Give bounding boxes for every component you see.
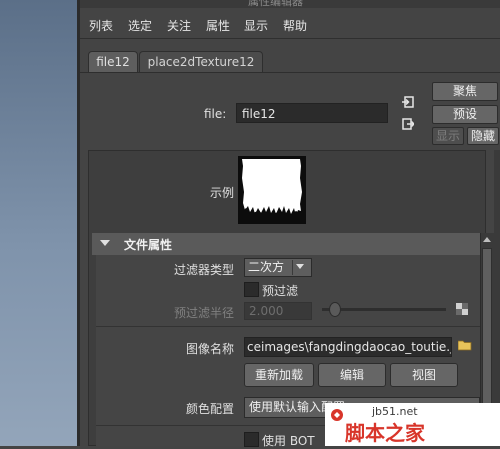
menu-item-list[interactable]: 列表 bbox=[89, 17, 113, 34]
show-button[interactable]: 显示 bbox=[432, 127, 464, 145]
file-node-name-input[interactable]: file12 bbox=[236, 103, 388, 123]
collapse-arrow-icon[interactable] bbox=[100, 240, 110, 246]
section-title: 文件属性 bbox=[124, 238, 173, 252]
row-divider bbox=[96, 326, 480, 327]
watermark-logo-icon bbox=[331, 409, 343, 421]
menu-item-attributes[interactable]: 属性 bbox=[206, 17, 230, 34]
input-connection-icon[interactable] bbox=[402, 96, 414, 108]
scroll-up-icon[interactable] bbox=[483, 237, 491, 242]
tab-file12[interactable]: file12 bbox=[88, 51, 138, 72]
prefilter-checkbox[interactable] bbox=[244, 282, 259, 297]
focus-button[interactable]: 聚焦 bbox=[432, 82, 498, 101]
tab-place2dtexture12[interactable]: place2dTexture12 bbox=[139, 51, 263, 72]
filter-type-label: 过滤器类型 bbox=[174, 263, 235, 277]
file-node-label: file: bbox=[204, 107, 227, 121]
edit-button[interactable]: 编辑 bbox=[318, 363, 386, 387]
menu-item-show[interactable]: 显示 bbox=[244, 17, 268, 34]
menu-item-help[interactable]: 帮助 bbox=[283, 17, 307, 34]
scrollbar-thumb[interactable] bbox=[482, 248, 492, 428]
title-bar: 属性编辑器 bbox=[80, 0, 500, 8]
hide-button[interactable]: 隐藏 bbox=[467, 127, 499, 145]
output-connection-icon[interactable] bbox=[402, 118, 414, 130]
prefilter-radius-label: 预过滤半径 bbox=[174, 306, 235, 320]
image-name-input[interactable]: ceimages\fangdingdaocao_toutie.jpg bbox=[244, 337, 452, 357]
menu-item-selected[interactable]: 选定 bbox=[128, 17, 152, 34]
dropdown-separator bbox=[292, 260, 293, 275]
chevron-down-icon[interactable] bbox=[296, 264, 304, 269]
folder-icon[interactable] bbox=[458, 339, 472, 351]
window-right-border bbox=[494, 150, 500, 446]
prefilter-radius-input[interactable]: 2.000 bbox=[244, 302, 312, 320]
viewport-panel bbox=[0, 0, 77, 446]
menu-item-focus[interactable]: 关注 bbox=[167, 17, 191, 34]
window-title: 属性编辑器 bbox=[248, 0, 303, 8]
use-bot-label: 使用 BOT bbox=[262, 434, 315, 448]
sample-label: 示例 bbox=[210, 186, 235, 200]
reload-button[interactable]: 重新加载 bbox=[244, 363, 314, 387]
use-bot-checkbox[interactable] bbox=[244, 432, 259, 447]
image-name-label: 图像名称 bbox=[186, 342, 235, 356]
view-button[interactable]: 视图 bbox=[390, 363, 458, 387]
colorspace-label: 颜色配置 bbox=[186, 402, 235, 416]
tab-baseline bbox=[80, 72, 500, 73]
menu-divider bbox=[80, 38, 500, 39]
map-button-icon[interactable] bbox=[456, 303, 468, 315]
presets-button[interactable]: 预设 bbox=[432, 105, 498, 124]
sample-swatch-image[interactable] bbox=[238, 156, 306, 224]
watermark-text: 脚本之家 bbox=[345, 421, 425, 445]
attribute-editor-window: 属性编辑器 列表 选定 关注 属性 显示 帮助 file12 place2dTe… bbox=[80, 0, 500, 448]
menu-bar: 列表 选定 关注 属性 显示 帮助 bbox=[80, 8, 500, 38]
prefilter-label: 预过滤 bbox=[262, 284, 299, 298]
